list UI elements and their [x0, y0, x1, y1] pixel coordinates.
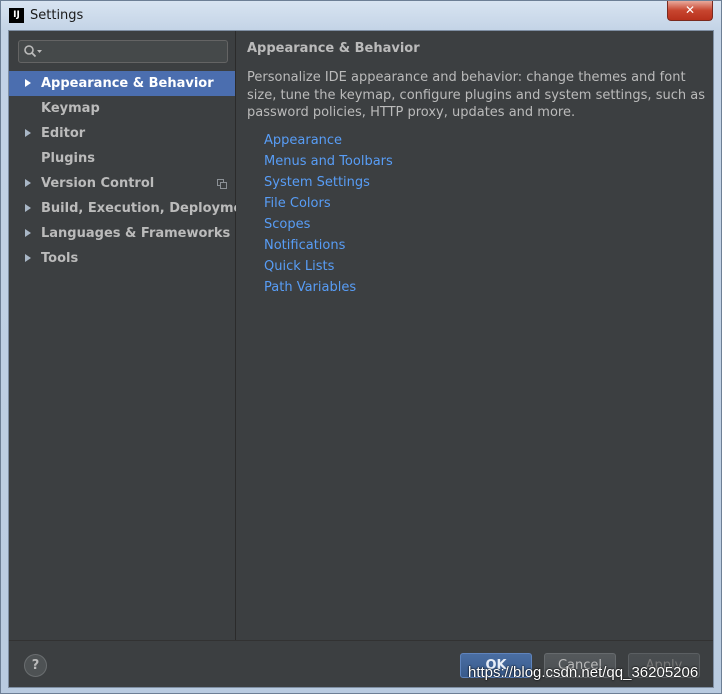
help-button[interactable]: ?	[24, 654, 47, 677]
window-title: Settings	[30, 8, 84, 23]
watermark-text: https://blog.csdn.net/qq_36205206	[468, 664, 699, 681]
sidebar-item-label: Version Control	[41, 176, 155, 191]
sidebar-item-appearance-behavior[interactable]: Appearance & Behavior	[9, 71, 235, 96]
project-level-copy-icon	[217, 179, 227, 189]
dialog-body: Appearance & Behavior Keymap Editor Plugins…	[8, 30, 714, 688]
search-icon[interactable]	[23, 44, 43, 59]
link-scopes[interactable]: Scopes	[264, 214, 564, 235]
sidebar-item-label: Tools	[41, 251, 79, 266]
sidebar-item-languages-frameworks[interactable]: Languages & Frameworks	[9, 221, 235, 246]
link-notifications[interactable]: Notifications	[264, 235, 564, 256]
search-input[interactable]	[45, 43, 225, 62]
sidebar-item-label: Languages & Frameworks	[41, 226, 231, 241]
expand-arrow-icon[interactable]	[25, 179, 31, 187]
link-appearance[interactable]: Appearance	[264, 130, 564, 151]
link-system-settings[interactable]: System Settings	[264, 172, 564, 193]
sidebar-item-label: Build, Execution, Deployment	[41, 201, 258, 216]
settings-content-panel: Appearance & Behavior Personalize IDE ap…	[236, 31, 713, 640]
expand-arrow-icon[interactable]	[25, 229, 31, 237]
sidebar-item-editor[interactable]: Editor	[9, 121, 235, 146]
sidebar-item-label: Appearance & Behavior	[41, 76, 214, 91]
link-path-variables[interactable]: Path Variables	[264, 277, 564, 298]
expand-arrow-icon[interactable]	[25, 254, 31, 262]
settings-sidebar: Appearance & Behavior Keymap Editor Plugins…	[9, 31, 258, 640]
search-box[interactable]	[18, 40, 228, 63]
intellij-app-icon: IJ	[9, 8, 24, 23]
sidebar-item-keymap[interactable]: Keymap	[9, 96, 235, 121]
settings-window: IJ Settings ✕ Appearance & Behavior Keyma…	[0, 0, 722, 694]
expand-arrow-icon[interactable]	[25, 129, 31, 137]
sidebar-item-version-control[interactable]: Version Control	[9, 171, 235, 196]
sidebar-item-tools[interactable]: Tools	[9, 246, 235, 271]
content-description: Personalize IDE appearance and behavior:…	[247, 70, 705, 120]
sidebar-item-label: Editor	[41, 126, 86, 141]
expand-arrow-icon[interactable]	[25, 79, 31, 87]
link-quick-lists[interactable]: Quick Lists	[264, 256, 564, 277]
expand-arrow-icon[interactable]	[25, 204, 31, 212]
close-button[interactable]: ✕	[667, 1, 713, 21]
subpage-links: Appearance Menus and Toolbars System Setti…	[264, 130, 564, 298]
sidebar-item-plugins[interactable]: Plugins	[9, 146, 235, 171]
sidebar-item-label: Plugins	[41, 151, 95, 166]
sidebar-item-label: Keymap	[41, 101, 100, 116]
settings-nav-tree: Appearance & Behavior Keymap Editor Plugins…	[9, 71, 258, 271]
sidebar-item-build-execution-deployment[interactable]: Build, Execution, Deployment	[9, 196, 258, 221]
link-menus-and-toolbars[interactable]: Menus and Toolbars	[264, 151, 564, 172]
title-bar[interactable]: IJ Settings ✕	[1, 1, 721, 31]
content-title: Appearance & Behavior	[247, 41, 420, 56]
link-file-colors[interactable]: File Colors	[264, 193, 564, 214]
